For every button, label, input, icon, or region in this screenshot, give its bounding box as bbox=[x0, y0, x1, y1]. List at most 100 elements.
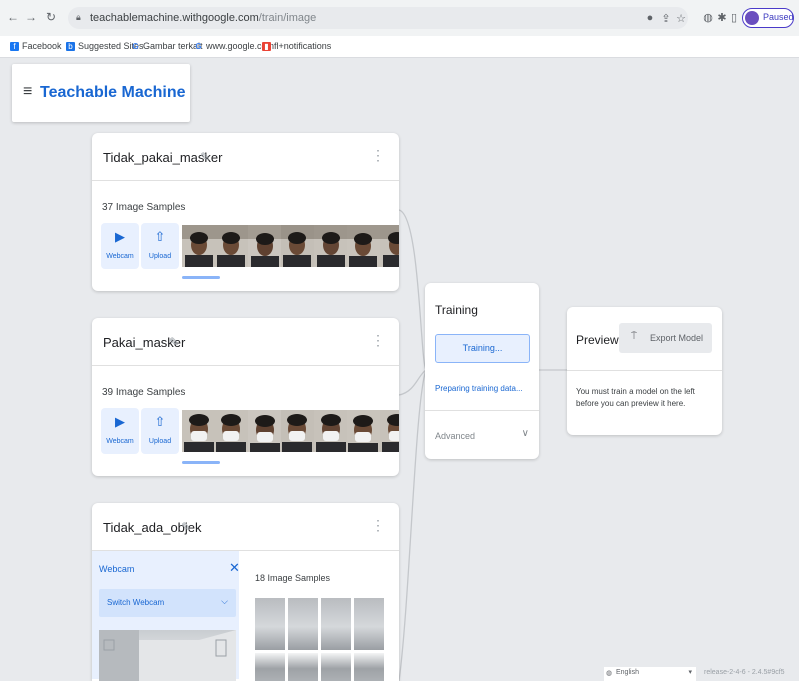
upload-button[interactable]: ⇧ Upload bbox=[141, 223, 179, 269]
url-text: teachablemachine.withgoogle.com/train/im… bbox=[90, 12, 316, 24]
profile-label: Paused bbox=[763, 12, 794, 22]
webcam-panel: Webcam ✕ Switch Webcam ⌵ bbox=[92, 551, 240, 681]
bookmark-gambar-terkait[interactable]: G Gambar terkait bbox=[131, 41, 202, 51]
google-icon: G bbox=[132, 41, 139, 51]
webcam-label: Webcam bbox=[106, 253, 134, 260]
upload-button[interactable]: ⇧ Upload bbox=[141, 408, 179, 454]
export-label: Export Model bbox=[650, 333, 704, 343]
sample-thumbnail[interactable] bbox=[380, 410, 399, 452]
close-icon[interactable]: ✕ bbox=[229, 561, 240, 574]
webcam-button[interactable]: ▶︎ Webcam bbox=[101, 223, 139, 269]
sample-thumbnails bbox=[182, 410, 399, 452]
sample-thumbnail[interactable] bbox=[288, 653, 318, 681]
samples-count: 37 Image Samples bbox=[102, 202, 186, 213]
webcam-icon: ▶︎ bbox=[115, 414, 125, 429]
export-model-button[interactable]: ⍑ Export Model bbox=[619, 323, 712, 353]
profile-button[interactable]: Paused bbox=[742, 8, 794, 28]
sample-thumbnail[interactable] bbox=[255, 598, 285, 650]
google-icon: G bbox=[195, 41, 202, 51]
sample-thumbnail[interactable] bbox=[321, 653, 351, 681]
menu-icon[interactable]: ≡ bbox=[23, 84, 32, 100]
globe-icon: ◍ bbox=[606, 670, 613, 677]
app-header: ≡ Teachable Machine bbox=[12, 64, 190, 122]
webcam-icon: ▶︎ bbox=[115, 229, 125, 244]
upload-icon: ⇧ bbox=[154, 414, 166, 429]
chevron-down-icon: ⌵ bbox=[221, 596, 228, 606]
sample-thumbnail[interactable] bbox=[248, 410, 281, 452]
reload-icon[interactable]: ↻ bbox=[44, 10, 58, 24]
sample-thumbnail[interactable] bbox=[314, 410, 347, 452]
bookmark-facebook[interactable]: f Facebook bbox=[10, 41, 62, 51]
webcam-panel-label: Webcam bbox=[99, 564, 135, 574]
pin-icon[interactable]: ✱ bbox=[716, 11, 728, 24]
class-header: Tidak_pakai_masker ✎ ⋮ bbox=[92, 133, 399, 181]
thumbnail-scrollbar[interactable] bbox=[182, 276, 220, 279]
sample-thumbnails bbox=[182, 225, 399, 267]
switch-webcam-select[interactable]: Switch Webcam ⌵ bbox=[99, 589, 236, 617]
app-title: Teachable Machine bbox=[40, 84, 186, 101]
samples-count: 39 Image Samples bbox=[102, 387, 186, 398]
switch-webcam-label: Switch Webcam bbox=[107, 598, 165, 607]
sample-thumbnail[interactable] bbox=[347, 410, 380, 452]
sidebar-icon-visible[interactable]: ▯ bbox=[728, 11, 740, 24]
thumbnail-scrollbar[interactable] bbox=[182, 461, 220, 464]
bookmark-label: Facebook bbox=[22, 41, 62, 51]
chevron-down-icon[interactable]: ∨ bbox=[522, 428, 529, 439]
more-options-icon[interactable]: ⋮ bbox=[371, 518, 385, 532]
browser-toolbar: ← → ↻ 🔒︎ teachablemachine.withgoogle.com… bbox=[0, 0, 799, 36]
chevron-down-icon: ▾ bbox=[688, 669, 692, 676]
sample-thumbnail[interactable] bbox=[255, 653, 285, 681]
advanced-toggle[interactable]: Advanced bbox=[435, 431, 475, 441]
divider bbox=[425, 410, 539, 411]
preview-title: Preview bbox=[576, 333, 619, 347]
bookmark-notifications[interactable]: ▮ fl+notifications bbox=[262, 41, 331, 51]
more-options-icon[interactable]: ⋮ bbox=[371, 333, 385, 347]
preview-card: Preview ⍑ Export Model You must train a … bbox=[567, 307, 722, 435]
training-card: Training Training... Preparing training … bbox=[425, 283, 539, 459]
webcam-button[interactable]: ▶︎ Webcam bbox=[101, 408, 139, 454]
sample-thumbnail[interactable] bbox=[288, 598, 318, 650]
sample-thumbnail[interactable] bbox=[215, 410, 248, 452]
share-icon[interactable]: ⇪ bbox=[660, 12, 672, 25]
sample-thumbnail[interactable] bbox=[380, 225, 399, 267]
sample-thumbnail[interactable] bbox=[182, 225, 215, 267]
preview-message: You must train a model on the left befor… bbox=[576, 387, 695, 408]
training-status: Preparing training data... bbox=[435, 384, 523, 393]
more-options-icon[interactable]: ⋮ bbox=[371, 148, 385, 162]
release-version: release-2-4-6 - 2.4.5#9cf5 bbox=[704, 669, 785, 676]
sample-thumbnail[interactable] bbox=[354, 653, 384, 681]
back-icon[interactable]: ← bbox=[6, 10, 20, 24]
star-icon[interactable]: ☆ bbox=[675, 12, 687, 25]
sample-thumbnail[interactable] bbox=[347, 225, 380, 267]
sample-thumbnail[interactable] bbox=[215, 225, 248, 267]
upload-label: Upload bbox=[148, 253, 172, 260]
train-button[interactable]: Training... bbox=[435, 334, 530, 363]
extension-icon[interactable]: ● bbox=[644, 12, 656, 24]
url-path: /train/image bbox=[258, 12, 317, 24]
webcam-label: Webcam bbox=[106, 438, 134, 445]
puzzle-icon[interactable]: ◍ bbox=[702, 11, 714, 24]
bookmark-label: fl+notifications bbox=[274, 41, 332, 51]
sample-thumbnail[interactable] bbox=[281, 225, 314, 267]
sample-thumbnail[interactable] bbox=[354, 598, 384, 650]
address-bar[interactable]: 🔒︎ teachablemachine.withgoogle.com/train… bbox=[68, 7, 688, 29]
suggested-sites-icon: b bbox=[66, 41, 75, 51]
class-card: Pakai_masker ✎ ⋮ 39 Image Samples ▶︎ Web… bbox=[92, 318, 399, 476]
class-header: Tidak_ada_objek ✎ ⋮ bbox=[92, 503, 399, 551]
language-label: English bbox=[616, 669, 639, 676]
export-icon: ⍑ bbox=[631, 331, 637, 342]
edit-icon[interactable]: ✎ bbox=[200, 150, 210, 164]
sample-thumbnail[interactable] bbox=[248, 225, 281, 267]
edit-icon[interactable]: ✎ bbox=[169, 335, 179, 349]
sample-thumbnail[interactable] bbox=[182, 410, 215, 452]
sample-thumbnail[interactable] bbox=[321, 598, 351, 650]
bookmarks-bar: f Facebook b Suggested Sites G Gambar terka… bbox=[0, 36, 799, 58]
forward-icon[interactable]: → bbox=[24, 10, 38, 24]
upload-label: Upload bbox=[148, 438, 172, 445]
sample-thumbnail[interactable] bbox=[281, 410, 314, 452]
upload-icon: ⇧ bbox=[154, 229, 166, 244]
training-title: Training bbox=[435, 303, 478, 317]
language-select[interactable]: ◍ English ▾ bbox=[604, 667, 696, 681]
edit-icon[interactable]: ✎ bbox=[181, 520, 191, 534]
sample-thumbnail[interactable] bbox=[314, 225, 347, 267]
